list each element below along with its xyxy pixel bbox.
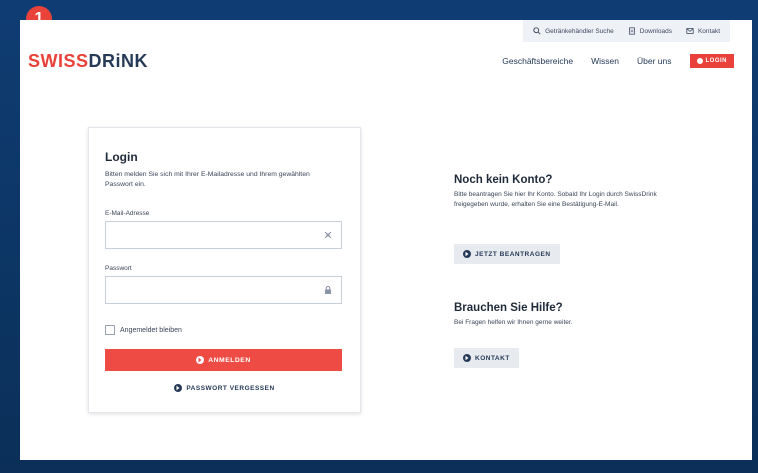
nav-geschaeftsbereiche[interactable]: Geschäftsbereiche: [502, 56, 573, 66]
arrow-circle-icon: [196, 356, 205, 364]
logo-swiss: SWISS: [28, 51, 89, 71]
arrow-circle-icon: [174, 384, 183, 392]
password-field[interactable]: [105, 276, 342, 304]
swissdrink-logo[interactable]: SWISSDRiNK: [28, 51, 148, 72]
arrow-circle-icon: [696, 58, 703, 64]
remember-checkbox[interactable]: [105, 325, 115, 335]
remember-label: Angemeldet bleiben: [120, 326, 182, 334]
utility-nav: Getränkehändler Suche Downloads Kontakt: [523, 20, 730, 42]
contact-label: Kontakt: [697, 27, 720, 35]
email-label: E-Mail-Adresse: [105, 210, 150, 217]
help-text: Bei Fragen helfen wir Ihnen gerne weiter…: [454, 319, 573, 326]
request-account-button[interactable]: JETZT BEANTRAGEN: [454, 244, 560, 264]
contact-button[interactable]: KONTAKT: [454, 348, 519, 368]
nav-ueber-uns[interactable]: Über uns: [637, 56, 672, 66]
help-title: Brauchen Sie Hilfe?: [454, 302, 563, 314]
forgot-password-label: PASSWORT VERGESSEN: [186, 384, 275, 392]
login-button[interactable]: LOGIN: [689, 54, 734, 68]
mail-icon: [686, 28, 694, 34]
header: SWISSDRiNK Getränkehändler Suche Downloa…: [20, 20, 752, 90]
login-button-label: LOGIN: [705, 58, 727, 64]
login-title: Login: [105, 150, 138, 164]
page: SWISSDRiNK Getränkehändler Suche Downloa…: [20, 20, 752, 460]
email-field[interactable]: [105, 221, 342, 249]
document-icon: [628, 27, 635, 35]
no-account-text: Bitte beantragen Sie hier Ihr Konto. Sob…: [454, 191, 657, 208]
downloads-link[interactable]: Downloads: [628, 27, 672, 35]
password-label: Passwort: [105, 265, 132, 272]
contact-button-label: KONTAKT: [475, 354, 510, 362]
submit-button[interactable]: ANMELDEN: [105, 349, 342, 371]
lock-icon: [325, 286, 331, 294]
downloads-label: Downloads: [639, 27, 672, 35]
search-icon: [533, 27, 541, 35]
logo-drink: DRiNK: [88, 51, 149, 71]
contact-link[interactable]: Kontakt: [686, 27, 720, 35]
arrow-circle-icon: [463, 354, 471, 362]
login-intro: Bitten melden Sie sich mit Ihrer E-Maila…: [105, 171, 310, 188]
main-nav: Geschäftsbereiche Wissen Über uns LOGIN: [502, 54, 734, 68]
submit-label: ANMELDEN: [208, 356, 251, 364]
login-card: Login Bitten melden Sie sich mit Ihrer E…: [88, 127, 361, 413]
remember-me[interactable]: Angemeldet bleiben: [105, 325, 182, 335]
dealer-search-link[interactable]: Getränkehändler Suche: [533, 27, 614, 35]
help-section: Brauchen Sie Hilfe? Bei Fragen helfen wi…: [454, 302, 674, 328]
forgot-password-link[interactable]: PASSWORT VERGESSEN: [89, 384, 360, 392]
dealer-search-label: Getränkehändler Suche: [545, 27, 614, 35]
arrow-circle-icon: [463, 250, 471, 258]
autofill-icon: [324, 231, 332, 239]
request-account-label: JETZT BEANTRAGEN: [475, 250, 551, 258]
nav-wissen[interactable]: Wissen: [591, 56, 619, 66]
no-account-title: Noch kein Konto?: [454, 174, 553, 186]
no-account-section: Noch kein Konto? Bitte beantragen Sie hi…: [454, 174, 674, 210]
